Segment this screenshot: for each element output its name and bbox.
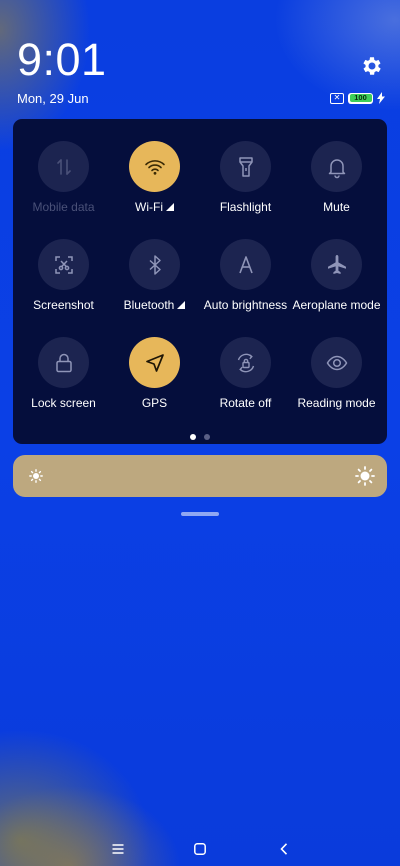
- eye-icon: [326, 355, 347, 370]
- flashlight-icon: [238, 156, 253, 177]
- tile-mobile-data[interactable]: Mobile data: [17, 141, 110, 231]
- tile-toggle-flashlight[interactable]: [220, 141, 271, 192]
- battery-level: 100: [354, 93, 367, 102]
- tile-label-text: Auto brightness: [203, 298, 288, 312]
- menu-icon[interactable]: [111, 842, 125, 856]
- tile-screenshot[interactable]: Screenshot: [17, 239, 110, 329]
- tile-label-text: Aeroplane mode: [292, 298, 381, 312]
- gear-icon: [363, 57, 381, 75]
- wifi-icon: [144, 159, 165, 175]
- airplane-icon: [327, 254, 346, 274]
- tile-toggle-wi-fi[interactable]: [129, 141, 180, 192]
- date[interactable]: Mon, 29 Jun: [17, 91, 89, 107]
- navigation-bar: [0, 826, 400, 866]
- tile-reading-mode[interactable]: Reading mode: [290, 337, 383, 427]
- rotation-lock-icon: [237, 353, 254, 372]
- tile-label: Flashlight: [220, 200, 271, 214]
- tile-label: Auto brightness: [204, 298, 287, 312]
- bell-icon: [328, 158, 345, 178]
- tile-toggle-auto-brightness[interactable]: [220, 239, 271, 290]
- mobile-data-icon: [56, 158, 71, 175]
- tile-label: Bluetooth: [124, 298, 186, 312]
- tile-label: Rotate off: [220, 396, 272, 410]
- tile-mute[interactable]: Mute: [290, 141, 383, 231]
- tile-aeroplane-mode[interactable]: Aeroplane mode: [290, 239, 383, 329]
- tile-toggle-screenshot[interactable]: [38, 239, 89, 290]
- battery-indicator: 100: [348, 92, 373, 104]
- drag-handle[interactable]: [181, 512, 219, 516]
- settings-button[interactable]: [360, 54, 384, 78]
- page-dot-2[interactable]: [204, 434, 210, 440]
- tile-toggle-reading-mode[interactable]: [311, 337, 362, 388]
- sun-large-icon: [355, 466, 375, 486]
- tile-label: Lock screen: [31, 396, 96, 410]
- tile-label: GPS: [142, 396, 167, 410]
- tile-bluetooth[interactable]: Bluetooth: [108, 239, 201, 329]
- status-icons: ✕ 100: [330, 91, 385, 105]
- tile-label-text: Lock screen: [31, 396, 96, 410]
- tile-toggle-mute[interactable]: [311, 141, 362, 192]
- bolt-icon: [377, 92, 385, 104]
- tile-toggle-lock-screen[interactable]: [38, 337, 89, 388]
- sun-small-icon: [29, 469, 43, 483]
- tile-label-text: Mute: [323, 200, 350, 214]
- screenshot-icon: [54, 255, 73, 274]
- bluetooth-icon: [148, 254, 161, 275]
- tile-label-text: Screenshot: [33, 298, 94, 312]
- quick-settings-panel: Mobile data Wi-Fi Flashlight Mute Screenshot…: [13, 119, 387, 444]
- lock-icon: [55, 353, 72, 372]
- auto-brightness-icon: [238, 255, 253, 273]
- tile-label-text: GPS: [141, 396, 168, 410]
- tile-flashlight[interactable]: Flashlight: [199, 141, 292, 231]
- tile-toggle-bluetooth[interactable]: [129, 239, 180, 290]
- tile-label: Mobile data: [32, 200, 94, 214]
- tile-label: Aeroplane mode: [292, 298, 380, 312]
- tile-label-text: Wi-Fi: [135, 200, 163, 214]
- sim-x-icon: ✕: [330, 92, 344, 104]
- tile-label: Reading mode: [297, 396, 375, 410]
- back-icon[interactable]: [277, 842, 291, 856]
- tile-toggle-aeroplane-mode[interactable]: [311, 239, 362, 290]
- page-dot-1[interactable]: [190, 434, 196, 440]
- brightness-slider[interactable]: [13, 455, 387, 497]
- tile-toggle-gps[interactable]: [129, 337, 180, 388]
- home-icon[interactable]: [193, 842, 207, 856]
- tile-label-text: Bluetooth: [123, 298, 175, 312]
- tile-label: Wi-Fi: [135, 200, 174, 214]
- tile-label: Screenshot: [33, 298, 94, 312]
- tile-toggle-rotate-off[interactable]: [220, 337, 271, 388]
- tile-label-text: Rotate off: [219, 396, 272, 410]
- page-indicator: [0, 434, 400, 440]
- tile-lock-screen[interactable]: Lock screen: [17, 337, 110, 427]
- tile-label: Mute: [323, 200, 350, 214]
- signal-triangle-icon: [177, 301, 186, 309]
- tile-auto-brightness[interactable]: Auto brightness: [199, 239, 292, 329]
- tile-rotate-off[interactable]: Rotate off: [199, 337, 292, 427]
- clock[interactable]: 9:01: [17, 34, 107, 86]
- tile-label-text: Flashlight: [219, 200, 272, 214]
- signal-triangle-icon: [165, 203, 174, 211]
- tile-label-text: Mobile data: [32, 200, 95, 214]
- tile-label-text: Reading mode: [297, 396, 376, 410]
- tile-gps[interactable]: GPS: [108, 337, 201, 427]
- location-arrow-icon: [145, 353, 164, 372]
- tile-wi-fi[interactable]: Wi-Fi: [108, 141, 201, 231]
- tile-toggle-mobile-data[interactable]: [38, 141, 89, 192]
